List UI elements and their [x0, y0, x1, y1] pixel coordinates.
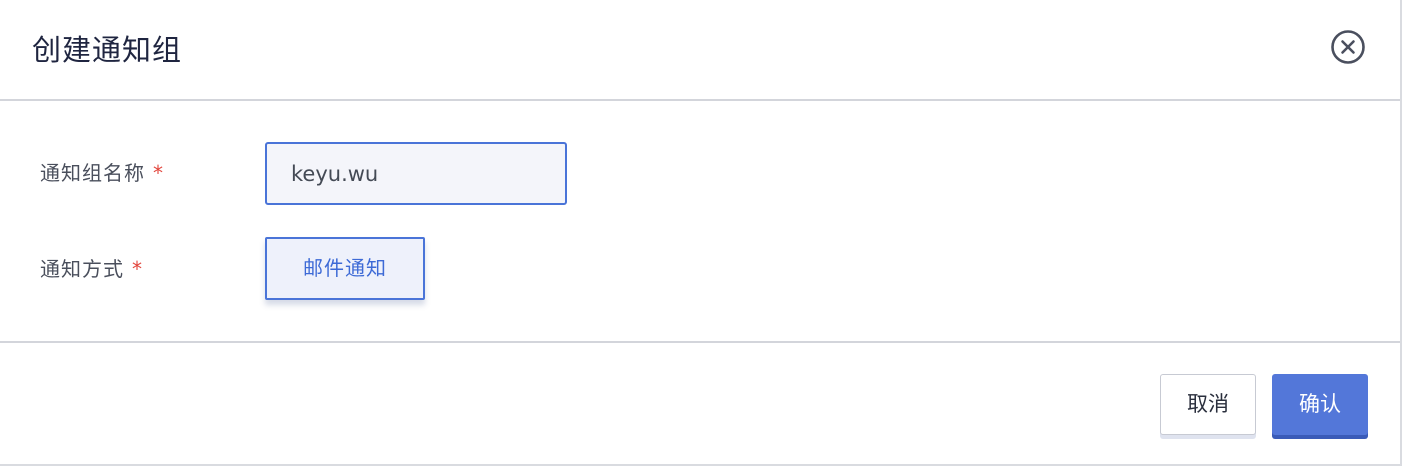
- email-notification-option[interactable]: 邮件通知: [265, 237, 425, 300]
- group-name-label: 通知组名称 *: [40, 157, 164, 186]
- dialog-title: 创建通知组: [32, 33, 183, 67]
- create-notification-group-dialog: 创建通知组 通知组名称 * 通知方式 * 邮件通知 取消 确认: [0, 0, 1402, 466]
- cancel-button[interactable]: 取消: [1160, 374, 1256, 435]
- close-button[interactable]: [1330, 29, 1366, 65]
- group-name-input[interactable]: [265, 142, 567, 205]
- dialog-body: 通知组名称 * 通知方式 * 邮件通知: [0, 101, 1400, 343]
- close-circle-icon: [1331, 30, 1365, 64]
- notification-method-label-text: 通知方式: [40, 257, 124, 281]
- required-mark: *: [153, 161, 164, 185]
- notification-method-label: 通知方式 *: [40, 253, 143, 282]
- required-mark: *: [132, 257, 143, 281]
- dialog-footer: 取消 确认: [0, 343, 1400, 464]
- dialog-header: 创建通知组: [0, 0, 1400, 101]
- group-name-label-text: 通知组名称: [40, 161, 145, 185]
- confirm-button[interactable]: 确认: [1272, 374, 1368, 435]
